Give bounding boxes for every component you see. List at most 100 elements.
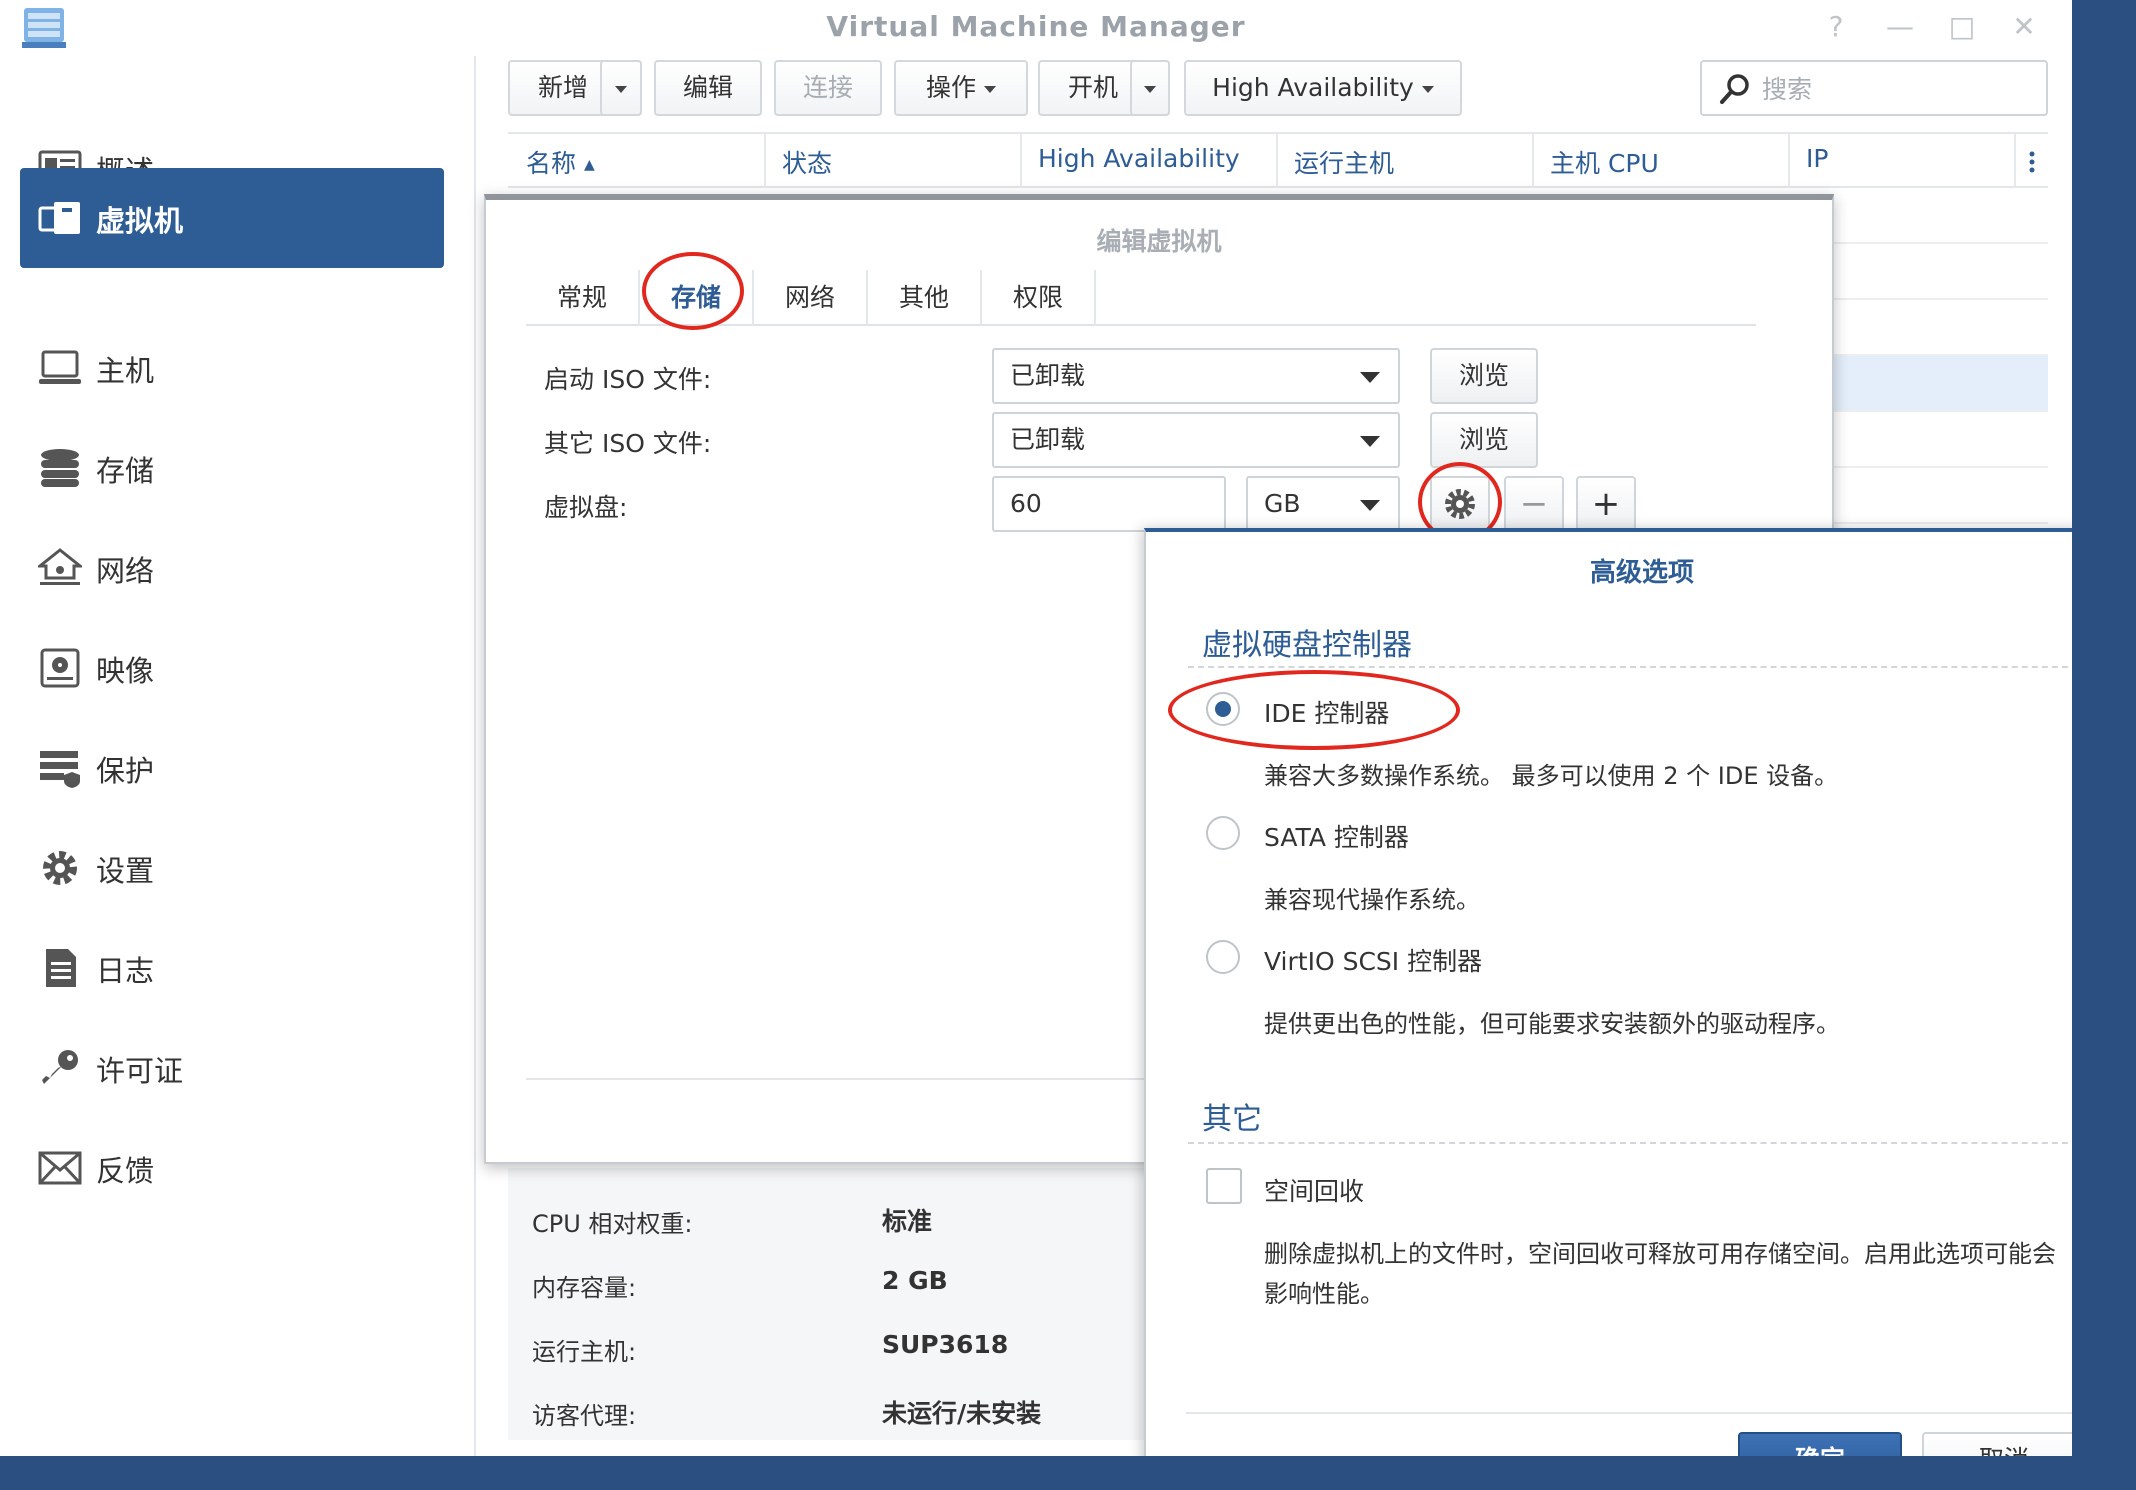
sidebar-item-host[interactable]: 主机 [20,318,444,418]
sidebar-item-label: 存储 [96,454,155,488]
table-row[interactable] [1830,412,2048,468]
space-reclaim-checkbox[interactable] [1206,1168,1242,1204]
sata-controller-description: 兼容现代操作系统。 [1264,886,1480,914]
other-section-title: 其它 [1202,1102,1262,1137]
annotation-circle [1168,670,1460,750]
column-options-icon[interactable] [2028,150,2036,174]
column-status-header[interactable]: 状态 [782,144,832,180]
column-divider [1276,134,1278,188]
summary-value: SUP3618 [882,1330,1009,1359]
edit-button[interactable]: 编辑 [654,60,762,116]
space-reclaim-description: 删除虚拟机上的文件时，空间回收可释放可用存储空间。启用此选项可能会 [1264,1240,2056,1268]
column-name-header[interactable]: 名称 ▲ [526,144,595,180]
search-box[interactable] [1700,60,2048,116]
other-iso-select[interactable]: 已卸载 [992,412,1400,468]
close-icon[interactable]: ✕ [2004,10,2044,44]
image-icon [40,648,80,688]
column-divider [1532,134,1534,188]
browse-boot-iso-button[interactable]: 浏览 [1430,348,1538,404]
sidebar-item-label: 主机 [96,354,155,388]
tab-general[interactable]: 常规 [526,270,640,326]
chevron-down-icon [1421,85,1434,93]
app-title: Virtual Machine Manager [826,10,1246,43]
virtio-scsi-controller-label: VirtIO SCSI 控制器 [1264,947,1483,976]
ok-button[interactable]: 确定 [1738,1432,1902,1456]
host-icon [39,350,81,384]
add-disk-button[interactable]: + [1576,476,1636,532]
sidebar-item-feedback[interactable]: 反馈 [20,1118,444,1218]
settings-icon [43,851,77,885]
virtio-scsi-controller-radio[interactable] [1206,940,1240,974]
storage-icon [41,449,79,487]
table-row[interactable] [1830,300,2048,356]
connect-button[interactable]: 连接 [774,60,882,116]
column-ip-header[interactable]: IP [1806,144,1828,173]
sidebar-item-label: 日志 [96,954,155,988]
cancel-button[interactable]: 取消 [1922,1432,2072,1456]
sidebar-item-settings[interactable]: 设置 [20,818,444,918]
license-icon [42,1050,78,1084]
virtual-disk-unit-value: GB [1264,489,1301,518]
sidebar-item-label: 保护 [96,754,155,788]
tab-network[interactable]: 网络 [754,270,868,326]
remove-disk-button[interactable]: − [1504,476,1564,532]
sidebar-item-log[interactable]: 日志 [20,918,444,1018]
action-menu-button[interactable]: 操作 [894,60,1028,116]
sidebar-item-image[interactable]: 映像 [20,618,444,718]
sidebar-item-label: 网络 [96,554,155,588]
minimize-icon[interactable]: — [1880,10,1920,44]
log-icon [46,949,76,987]
dialog-footer-divider [1186,1412,2072,1414]
sidebar-item-storage[interactable]: 存储 [20,418,444,518]
boot-iso-value: 已卸载 [1010,361,1086,390]
advanced-options-dialog: 高级选项 虚拟硬盘控制器 IDE 控制器 兼容大多数操作系统。 最多可以使用 2… [1144,528,2072,1456]
tab-other[interactable]: 其他 [868,270,982,326]
virtual-disk-unit-select[interactable]: GB [1246,476,1400,532]
column-running-host-header[interactable]: 运行主机 [1294,144,1394,180]
help-icon[interactable]: ? [1816,10,1856,44]
column-divider [1788,134,1790,188]
dropdown-arrow-icon [1360,500,1380,511]
maximize-icon[interactable]: □ [1942,10,1982,44]
virtual-disk-label: 虚拟盘: [544,493,628,522]
table-row-selected[interactable] [1830,356,2048,412]
column-host-cpu-header[interactable]: 主机 CPU [1550,144,1659,180]
sidebar: 概述 虚拟机 主机 存储 网络 映像 保护 设置 [0,56,476,1456]
table-row[interactable] [1830,244,2048,300]
table-row[interactable] [1830,188,2048,244]
virtual-disk-size-input[interactable]: 60 [992,476,1226,532]
sidebar-item-label: 虚拟机 [96,204,184,238]
column-high-availability-header[interactable]: High Availability [1038,144,1240,173]
add-dropdown-button[interactable] [600,60,642,116]
vm-summary-panel: CPU 相对权重: 标准 内存容量: 2 GB 运行主机: SUP3618 访客… [508,1168,1148,1440]
other-iso-value: 已卸载 [1010,425,1086,454]
virtual-machine-icon [38,202,80,234]
browse-other-iso-button[interactable]: 浏览 [1430,412,1538,468]
dropdown-arrow-icon [1360,436,1380,447]
table-row[interactable] [1830,468,2048,524]
feedback-icon [38,1151,82,1185]
sidebar-item-label: 映像 [96,654,155,688]
search-input[interactable] [1762,70,2032,108]
power-on-dropdown-button[interactable] [1130,60,1170,116]
chevron-down-icon [1144,85,1156,93]
other-iso-label: 其它 ISO 文件: [544,429,712,458]
sidebar-item-network[interactable]: 网络 [20,518,444,618]
protection-icon [40,751,80,788]
high-availability-menu-button[interactable]: High Availability [1184,60,1462,116]
boot-iso-select[interactable]: 已卸载 [992,348,1400,404]
summary-key: CPU 相对权重: [532,1210,693,1238]
search-icon [1720,74,1749,104]
sata-controller-radio[interactable] [1206,816,1240,850]
sidebar-item-protection[interactable]: 保护 [20,718,444,818]
sidebar-item-virtual-machine[interactable]: 虚拟机 [20,168,444,268]
disk-controller-section-title: 虚拟硬盘控制器 [1202,628,1412,663]
boot-iso-label: 启动 ISO 文件: [544,365,712,394]
tab-permissions[interactable]: 权限 [982,270,1096,326]
vm-table-header: 名称 ▲ 状态 High Availability 运行主机 主机 CPU IP [508,132,2048,188]
summary-key: 内存容量: [532,1274,637,1302]
sidebar-item-license[interactable]: 许可证 [20,1018,444,1118]
chevron-down-icon [984,85,996,93]
network-icon [38,548,82,585]
sata-controller-label: SATA 控制器 [1264,823,1409,852]
